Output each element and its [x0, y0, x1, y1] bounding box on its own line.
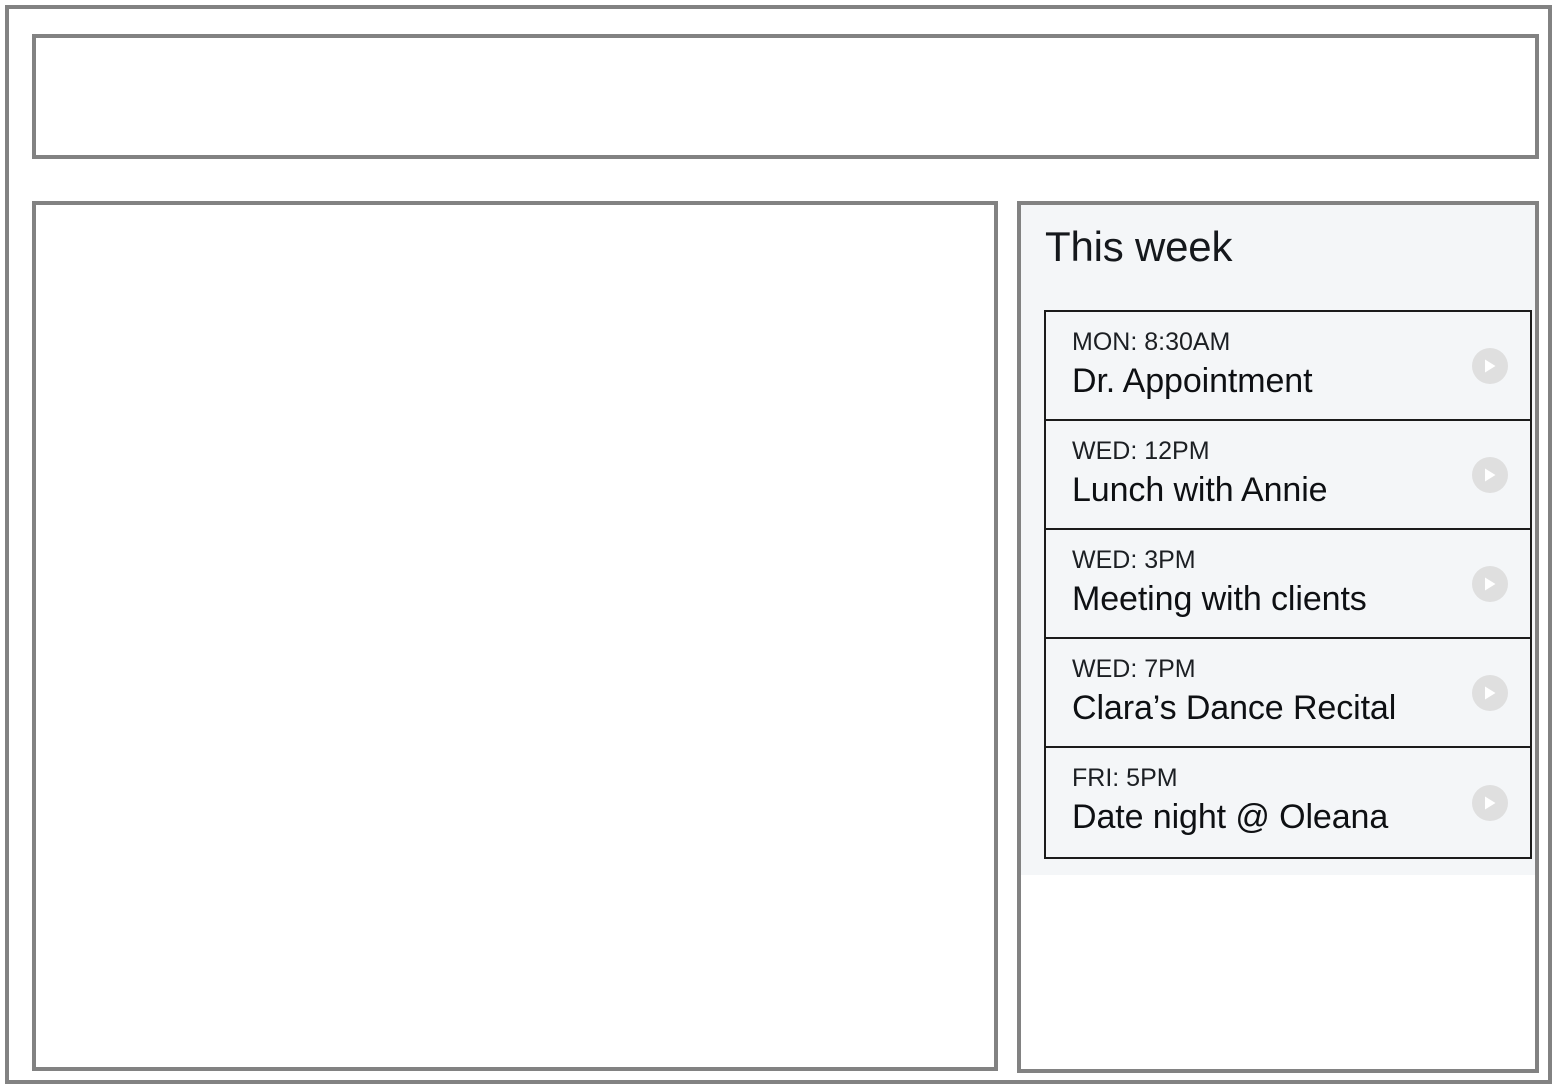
event-list: MON: 8:30AM Dr. Appointment WED: 12PM Lu…: [1044, 310, 1532, 859]
event-title: Dr. Appointment: [1072, 362, 1313, 400]
event-time: WED: 3PM: [1072, 546, 1196, 574]
event-title: Clara’s Dance Recital: [1072, 689, 1397, 727]
play-icon[interactable]: [1472, 784, 1508, 821]
event-text-block: WED: 12PM Lunch with Annie: [1072, 435, 1454, 512]
play-icon[interactable]: [1472, 456, 1508, 493]
main-content-panel: [32, 201, 998, 1071]
event-text-block: WED: 3PM Meeting with clients: [1072, 544, 1454, 621]
event-title: Lunch with Annie: [1072, 471, 1328, 509]
event-time: MON: 8:30AM: [1072, 328, 1231, 356]
this-week-sidebar: This week MON: 8:30AM Dr. Appointment WE…: [1017, 201, 1539, 1073]
event-title: Date night @ Oleana: [1072, 798, 1389, 836]
sidebar-heading: This week: [1045, 223, 1233, 270]
event-time: FRI: 5PM: [1072, 764, 1178, 792]
play-icon[interactable]: [1472, 347, 1508, 384]
list-item[interactable]: WED: 7PM Clara’s Dance Recital: [1046, 639, 1530, 748]
list-item[interactable]: FRI: 5PM Date night @ Oleana: [1046, 748, 1530, 857]
play-icon[interactable]: [1472, 565, 1508, 602]
event-title: Meeting with clients: [1072, 580, 1367, 618]
event-text-block: MON: 8:30AM Dr. Appointment: [1072, 326, 1454, 403]
top-banner-panel: [32, 34, 1539, 159]
event-text-block: WED: 7PM Clara’s Dance Recital: [1072, 653, 1454, 730]
event-text-block: FRI: 5PM Date night @ Oleana: [1072, 762, 1454, 839]
play-icon[interactable]: [1472, 674, 1508, 711]
event-time: WED: 7PM: [1072, 655, 1196, 683]
sidebar-background: This week MON: 8:30AM Dr. Appointment WE…: [1021, 205, 1535, 875]
list-item[interactable]: MON: 8:30AM Dr. Appointment: [1046, 312, 1530, 421]
page-frame: This week MON: 8:30AM Dr. Appointment WE…: [5, 5, 1552, 1084]
list-item[interactable]: WED: 3PM Meeting with clients: [1046, 530, 1530, 639]
event-time: WED: 12PM: [1072, 437, 1210, 465]
list-item[interactable]: WED: 12PM Lunch with Annie: [1046, 421, 1530, 530]
